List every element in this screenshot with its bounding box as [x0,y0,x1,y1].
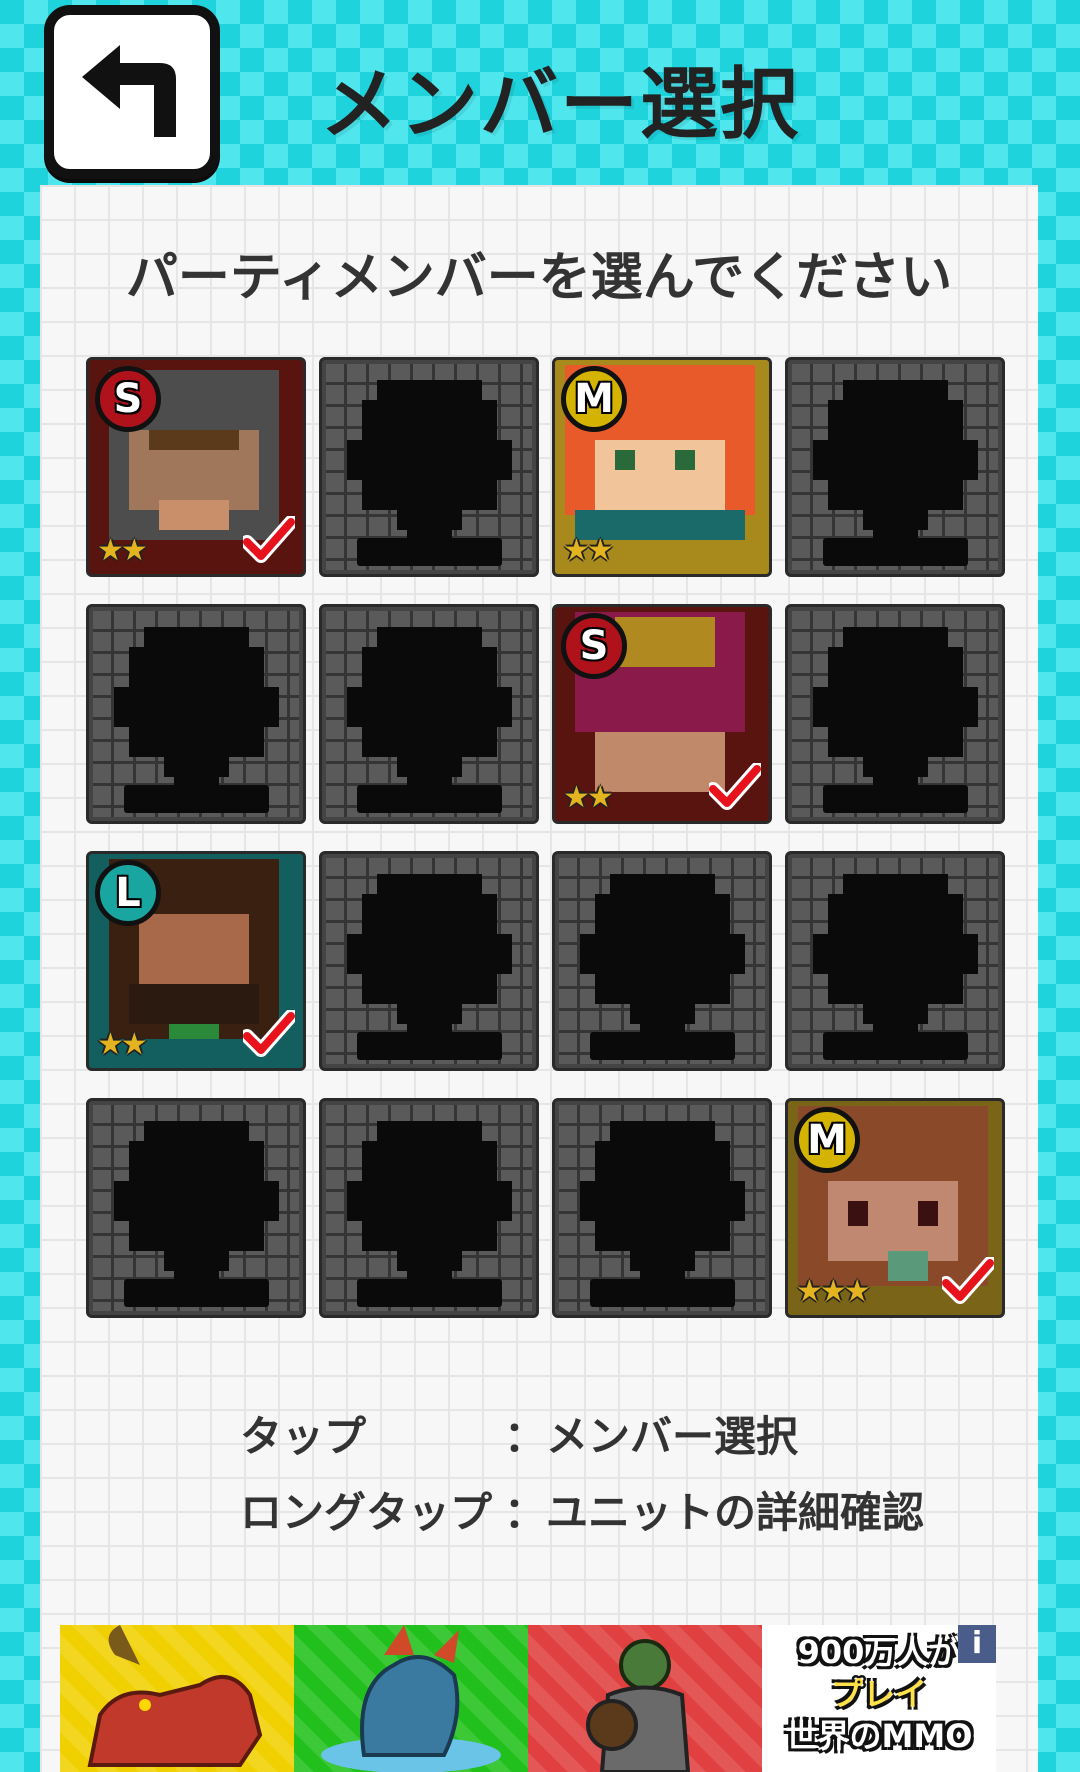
help-key: タップ [240,1411,367,1461]
unit-silhouette-icon [813,627,978,813]
member-slot-filled[interactable]: L ★★ [86,851,306,1071]
unit-silhouette-icon [813,874,978,1060]
help-row-long-tap: ロングタップ ：ユニットの詳細確認 [240,1471,1020,1547]
rank-badge: S [95,366,161,432]
rank-badge: S [561,613,627,679]
back-arrow-icon [82,45,176,137]
page-title: メンバー選択 [320,60,801,150]
ad-text-line: プレイ [830,1675,927,1713]
member-slot-empty[interactable] [319,357,539,577]
selected-check-icon [709,763,761,810]
member-slot-empty[interactable] [785,357,1005,577]
rarity-stars: ★★ [97,533,148,568]
member-slot-empty[interactable] [319,1098,539,1318]
ad-info-icon[interactable]: i [958,1625,996,1663]
rarity-stars: ★★ [97,1027,148,1062]
ad-tile-beast[interactable] [60,1625,294,1772]
red-beast-icon [87,1625,263,1767]
help-desc: ：ユニットの詳細確認 [504,1487,925,1537]
instruction-text: パーティメンバーを選んでください [125,248,953,308]
rank-badge: M [794,1107,860,1173]
member-slot-empty[interactable] [552,851,772,1071]
member-slot-filled[interactable]: M ★★ [552,357,772,577]
selected-check-icon [942,1257,994,1304]
member-slot-filled[interactable]: S ★★ [552,604,772,824]
back-button[interactable] [44,5,220,179]
orc-warrior-icon [586,1639,691,1772]
ad-tile-dragon[interactable] [294,1625,528,1772]
rarity-stars: ★★ [563,533,614,568]
member-slot-filled[interactable]: M ★★★ [785,1098,1005,1318]
unit-silhouette-icon [114,1121,279,1307]
member-slot-empty[interactable] [552,1098,772,1318]
member-slot-empty[interactable] [319,604,539,824]
unit-silhouette-icon [114,627,279,813]
help-section: タップ ：メンバー選択 ロングタップ ：ユニットの詳細確認 [240,1395,1020,1547]
ad-tile-mmo[interactable]: 900万人が プレイ 世界のMMO i [762,1625,996,1772]
member-slot-filled[interactable]: S ★★ [86,357,306,577]
unit-silhouette-icon [347,627,512,813]
help-desc: ：メンバー選択 [504,1411,799,1461]
unit-silhouette-icon [813,380,978,566]
ad-text-line: 世界のMMO [785,1717,973,1755]
blue-dragon-icon [321,1625,501,1772]
selected-check-icon [243,516,295,563]
unit-silhouette-icon [580,874,745,1060]
unit-silhouette-icon [347,1121,512,1307]
rarity-stars: ★★ [563,780,614,815]
ad-banner[interactable]: 900万人が プレイ 世界のMMO i [60,1625,1020,1772]
ad-tile-orc[interactable] [528,1625,762,1772]
rank-badge: M [561,366,627,432]
rarity-stars: ★★★ [796,1274,871,1309]
member-grid: S ★★ M ★★ S ★★ L ★★ M ★★★ [86,357,1005,1318]
member-slot-empty[interactable] [86,604,306,824]
member-slot-empty[interactable] [785,604,1005,824]
member-slot-empty[interactable] [86,1098,306,1318]
help-row-tap: タップ ：メンバー選択 [240,1395,1020,1471]
unit-silhouette-icon [580,1121,745,1307]
member-slot-empty[interactable] [785,851,1005,1071]
rank-badge: L [95,860,161,926]
unit-silhouette-icon [347,874,512,1060]
unit-silhouette-icon [347,380,512,566]
member-slot-empty[interactable] [319,851,539,1071]
selected-check-icon [243,1010,295,1057]
help-key: ロングタップ [240,1487,493,1537]
member-select-panel: パーティメンバーを選んでください S ★★ M ★★ S ★★ L ★★ M ★★★ タップ ：メ… [40,185,1038,1772]
